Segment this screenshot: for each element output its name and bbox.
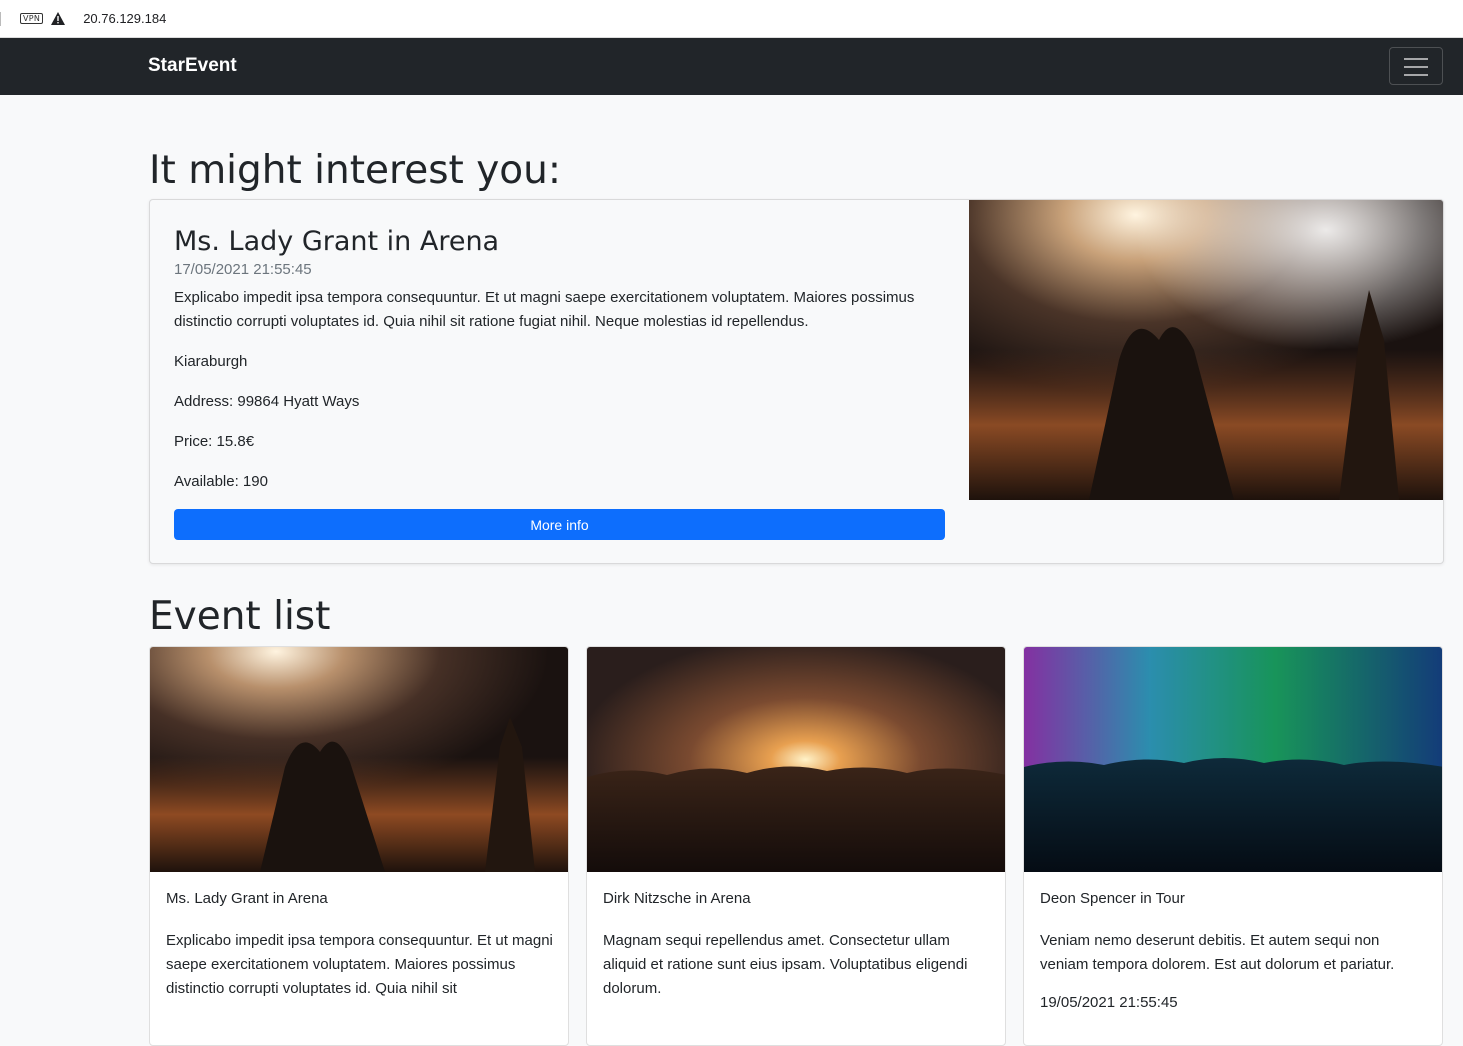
featured-event-title: Ms. Lady Grant in Arena [174, 226, 500, 257]
top-navbar: StarEvent [0, 38, 1463, 95]
featured-event-price: Price: 15.8€ [174, 433, 255, 450]
event-description: Veniam nemo deserunt debitis. Et autem s… [1040, 932, 1395, 973]
featured-event-date: 17/05/2021 21:55:45 [174, 261, 312, 278]
event-list-heading: Event list [149, 594, 331, 639]
featured-event-address: Address: 99864 Hyatt Ways [174, 393, 360, 410]
featured-event-description: Explicabo impedit ipsa tempora consequun… [174, 289, 915, 330]
address-field[interactable]: 20.76.129.184 [83, 11, 166, 26]
featured-event-image [969, 200, 1443, 500]
event-description: Magnam sequi repellendus amet. Consectet… [603, 932, 968, 997]
event-card[interactable]: Dirk Nitzsche in Arena Magnam sequi repe… [586, 646, 1006, 1046]
brand-link[interactable]: StarEvent [148, 55, 237, 77]
toolbar-divider [0, 11, 1, 26]
event-card[interactable]: Ms. Lady Grant in Arena Explicabo impedi… [149, 646, 569, 1046]
more-info-button[interactable]: More info [174, 509, 945, 540]
navbar-toggle-button[interactable] [1389, 47, 1443, 85]
featured-event-available: Available: 190 [174, 473, 268, 490]
event-description: Explicabo impedit ipsa tempora consequun… [166, 932, 553, 997]
event-image [1024, 647, 1442, 872]
featured-heading: It might interest you: [149, 148, 561, 193]
browser-address-bar: VPN 20.76.129.184 [0, 0, 1463, 38]
event-image [150, 647, 568, 872]
warning-icon[interactable] [51, 12, 66, 25]
event-date: 19/05/2021 21:55:45 [1040, 994, 1178, 1011]
event-card[interactable]: Deon Spencer in Tour Veniam nemo deserun… [1023, 646, 1443, 1046]
featured-event-card: Ms. Lady Grant in Arena 17/05/2021 21:55… [149, 199, 1444, 564]
event-image [587, 647, 1005, 872]
event-title[interactable]: Ms. Lady Grant in Arena [166, 890, 328, 907]
featured-event-city: Kiaraburgh [174, 353, 248, 370]
vpn-badge[interactable]: VPN [20, 13, 44, 24]
event-title[interactable]: Dirk Nitzsche in Arena [603, 890, 751, 907]
event-title[interactable]: Deon Spencer in Tour [1040, 890, 1185, 907]
featured-card-body: Ms. Lady Grant in Arena 17/05/2021 21:55… [174, 224, 946, 494]
